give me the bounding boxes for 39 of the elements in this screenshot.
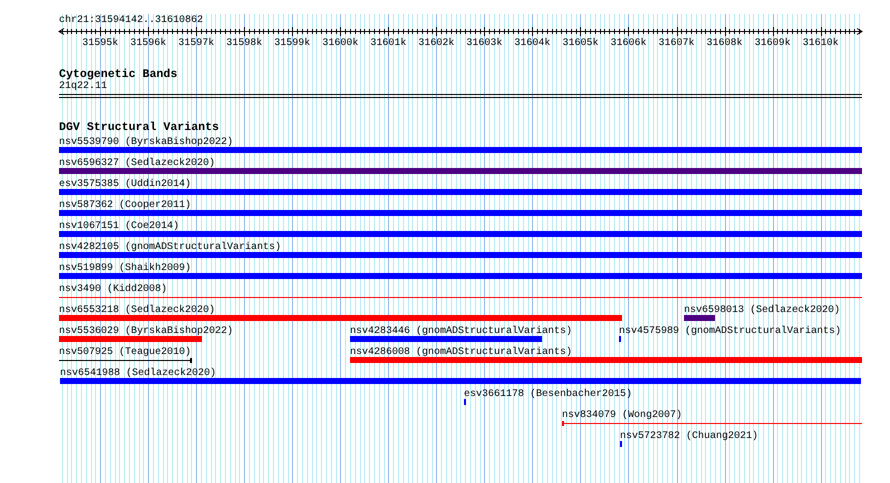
variant-label: nsv4283446 (gnomADStructuralVariants): [350, 326, 572, 337]
tick-label: 31601k: [370, 38, 406, 49]
track-title: DGV Structural Variants: [59, 122, 220, 134]
track-title: Cytogenetic Bands: [59, 69, 178, 81]
variant-label: nsv3490 (Kidd2008): [59, 284, 168, 295]
variant-label: nsv5536029 (ByrskaBishop2022): [59, 326, 234, 337]
variant-label: nsv4282105 (gnomADStructuralVariants): [59, 242, 282, 253]
variant-label: nsv6541988 (Sedlazeck2020): [60, 368, 216, 379]
variant-label: nsv6598013 (Sedlazeck2020): [684, 305, 840, 316]
tick-label: 31608k: [706, 38, 743, 49]
tick-label: 31599k: [274, 38, 310, 49]
tick-label: 31596k: [130, 38, 166, 49]
tick-label: 31598k: [226, 38, 262, 49]
variant-label: nsv4575989 (gnomADStructuralVariants): [619, 326, 842, 337]
variant-label: nsv507925 (Teague2010): [59, 347, 192, 358]
variant-label: nsv834079 (Wong2007): [562, 410, 682, 421]
variant-label: nsv5723782 (Chuang2021): [620, 431, 758, 442]
band-label: 21q22.11: [59, 81, 108, 93]
variant-label: nsv519899 (Shaikh2009): [59, 263, 192, 274]
tick-label: 31609k: [754, 38, 791, 49]
tick-label: 31597k: [178, 38, 214, 49]
tick-label: 31607k: [658, 38, 695, 49]
location-label: chr21:31594142..31610862: [59, 15, 204, 27]
tick-label: 31605k: [562, 38, 598, 49]
tick-label: 31600k: [322, 38, 358, 49]
variant-label: esv3661178 (Besenbacher2015): [464, 389, 632, 400]
variant-label: esv3575385 (Uddin2014): [59, 179, 192, 190]
variant-label: nsv5539790 (ByrskaBishop2022): [59, 137, 234, 148]
tick-label: 31595k: [82, 38, 118, 49]
tick-label: 31602k: [418, 38, 454, 49]
variant-label: nsv1067151 (Coe2014): [59, 221, 180, 232]
variant-label: nsv587362 (Cooper2011): [59, 200, 192, 211]
variant-label: nsv6553218 (Sedlazeck2020): [59, 305, 216, 316]
variant-label: nsv4286008 (gnomADStructuralVariants): [350, 347, 572, 358]
tick-label: 31604k: [514, 38, 550, 49]
tick-label: 31606k: [610, 38, 646, 49]
tick-label: 31610k: [802, 38, 839, 49]
tick-label: 31603k: [466, 38, 502, 49]
variant-label: nsv6596327 (Sedlazeck2020): [59, 158, 216, 169]
